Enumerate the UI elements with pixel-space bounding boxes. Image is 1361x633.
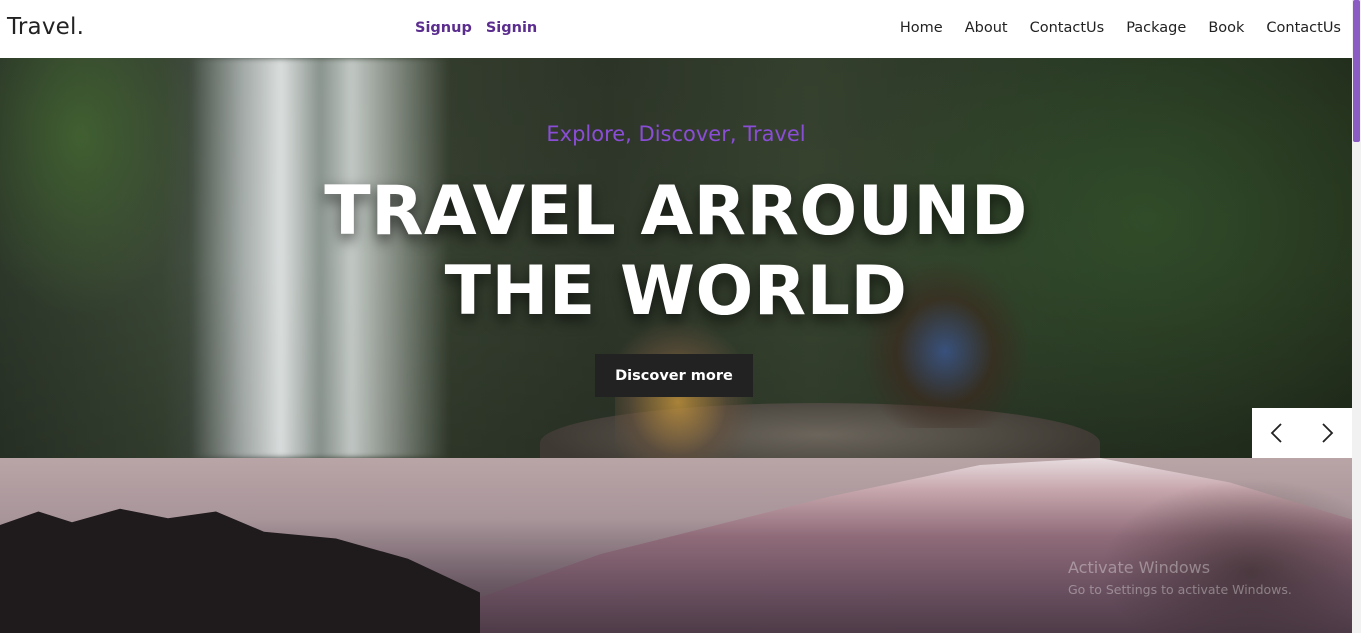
hero-tagline: Explore, Discover, Travel	[546, 122, 806, 146]
discover-more-button[interactable]: Discover more	[595, 354, 753, 397]
page-scrollbar[interactable]	[1352, 0, 1361, 633]
site-logo[interactable]: Travel.	[7, 14, 84, 40]
hero-title-line: TRAVEL ARROUND	[324, 172, 1028, 251]
main-nav: Home About ContactUs Package Book Contac…	[900, 20, 1341, 36]
signup-link[interactable]: Signup	[415, 20, 472, 36]
scrollbar-thumb[interactable]	[1353, 0, 1360, 142]
nav-contactus[interactable]: ContactUs	[1030, 20, 1105, 36]
hero-slide: Explore, Discover, Travel TRAVEL ARROUND…	[0, 58, 1352, 458]
site-header: Travel. Signup Signin Home About Contact…	[0, 0, 1352, 58]
nav-contactus-2[interactable]: ContactUs	[1266, 20, 1341, 36]
activate-windows-subtitle: Go to Settings to activate Windows.	[1068, 582, 1292, 597]
mountain-section: Activate Windows Go to Settings to activ…	[0, 458, 1352, 633]
slider-prev-button[interactable]	[1252, 408, 1302, 458]
activate-windows-title: Activate Windows	[1068, 558, 1211, 577]
slider-next-button[interactable]	[1302, 408, 1352, 458]
nav-about[interactable]: About	[965, 20, 1008, 36]
chevron-right-icon	[1322, 423, 1334, 443]
nav-package[interactable]: Package	[1126, 20, 1186, 36]
hero-title-line: THE WORLD	[444, 252, 908, 331]
hero-title: TRAVEL ARROUND THE WORLD	[0, 172, 1352, 332]
signin-link[interactable]: Signin	[486, 20, 537, 36]
grass-image	[1100, 478, 1352, 633]
slider-controls	[1252, 408, 1352, 458]
auth-links: Signup Signin	[415, 20, 537, 36]
chevron-left-icon	[1270, 423, 1282, 443]
nav-home[interactable]: Home	[900, 20, 943, 36]
nav-book[interactable]: Book	[1208, 20, 1244, 36]
tree-silhouette	[0, 508, 480, 633]
